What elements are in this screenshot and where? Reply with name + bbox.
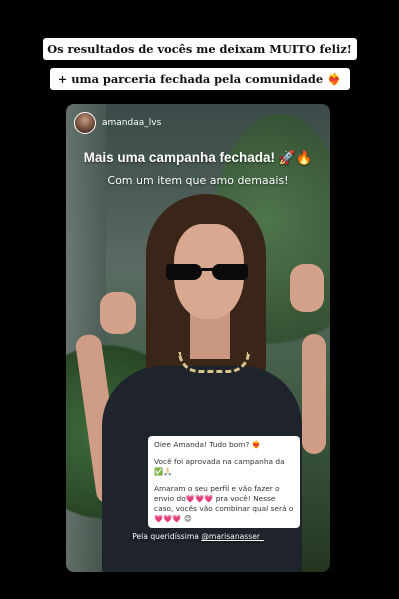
story-frame: Os resultados de vocês me deixam MUITO f… (30, 0, 369, 599)
left-hand (100, 292, 136, 334)
dm-line-greeting: Oiee Amanda! Tudo bom? ❤️‍🔥 (154, 440, 261, 449)
dm-line-approved: Você foi aprovada na campanha da ✅🙏🏻 (154, 456, 285, 476)
right-hand (290, 264, 324, 312)
right-arm (302, 334, 326, 454)
caption-partnership: + uma parceria fechada pela comunidade ❤… (49, 68, 350, 90)
gold-chain-necklace (178, 352, 250, 373)
dm-screenshot-card: Oiee Amanda! Tudo bom? ❤️‍🔥 Você foi apr… (148, 436, 300, 528)
repost-story-card[interactable]: amandaa_lvs Mais uma campanha fechada! 🚀… (66, 104, 330, 572)
caption-results: Os resultados de vocês me deixam MUITO f… (42, 38, 357, 60)
story-headline: Mais uma campanha fechada! 🚀🔥 (83, 150, 313, 165)
credit-handle-link[interactable]: @marisanasser_ (201, 532, 263, 541)
dm-line-details: Amaram o seu perfil e vão fazer o envio … (154, 483, 294, 523)
credit-text: Pela queridíssima @marisanasser_ (66, 532, 330, 541)
avatar[interactable] (74, 112, 96, 134)
credit-prefix: Pela queridíssima (132, 532, 202, 541)
story-subline: Com um item que amo demaais! (107, 174, 289, 187)
sunglasses (164, 262, 250, 282)
username[interactable]: amandaa_lvs (102, 118, 161, 128)
story-author[interactable]: amandaa_lvs (74, 112, 161, 134)
